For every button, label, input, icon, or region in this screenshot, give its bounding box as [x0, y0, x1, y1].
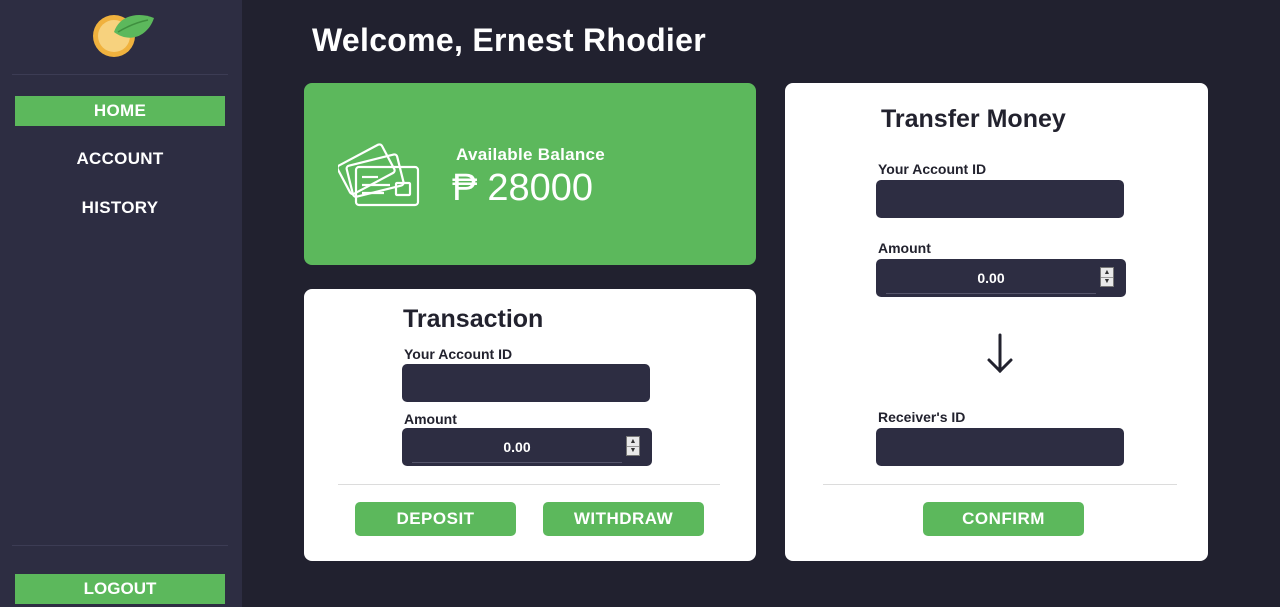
transaction-divider	[338, 484, 720, 485]
transaction-account-input[interactable]	[402, 364, 650, 402]
confirm-label: CONFIRM	[962, 509, 1045, 528]
balance-amount: ₱ 28000	[452, 167, 593, 210]
transfer-amount-label: Amount	[878, 240, 931, 256]
logout-button[interactable]: LOGOUT	[15, 574, 225, 604]
deposit-button[interactable]: DEPOSIT	[355, 502, 516, 536]
withdraw-label: WITHDRAW	[573, 509, 674, 528]
transfer-amount-value: 0.00	[977, 270, 1005, 286]
sidebar-divider-bottom	[12, 545, 228, 546]
balance-label: Available Balance	[456, 145, 606, 164]
app-logo-icon	[93, 14, 154, 57]
sidebar-item-account[interactable]: ACCOUNT	[15, 144, 225, 174]
transaction-card: Transaction Your Account ID Amount 0.00 …	[304, 289, 756, 561]
withdraw-button[interactable]: WITHDRAW	[543, 502, 704, 536]
arrow-down-icon	[987, 333, 1013, 374]
transaction-account-label: Your Account ID	[404, 346, 513, 362]
transfer-account-label: Your Account ID	[878, 161, 987, 177]
deposit-label: DEPOSIT	[396, 509, 475, 528]
sidebar-item-label: HOME	[93, 101, 147, 120]
balance-value: 28000	[487, 167, 594, 209]
credit-card-icon	[338, 143, 420, 207]
spinner-down-icon[interactable]: ▼	[1101, 278, 1113, 287]
logout-label: LOGOUT	[83, 579, 157, 598]
transfer-divider	[823, 484, 1177, 485]
input-underline	[886, 293, 1096, 294]
sidebar-item-label: HISTORY	[81, 198, 159, 217]
spinner-buttons[interactable]: ▲ ▼	[1100, 267, 1114, 287]
currency-symbol: ₱	[452, 167, 478, 209]
spinner-buttons[interactable]: ▲ ▼	[626, 436, 640, 456]
page-title: Welcome, Ernest Rhodier	[312, 22, 706, 58]
sidebar-divider-top	[12, 74, 228, 75]
spinner-up-icon[interactable]: ▲	[627, 437, 639, 447]
transaction-amount-label: Amount	[404, 411, 457, 427]
input-underline	[412, 462, 622, 463]
transaction-amount-stepper[interactable]: 0.00 ▲ ▼	[402, 428, 652, 466]
transfer-account-input[interactable]	[876, 180, 1124, 218]
sidebar-item-label: ACCOUNT	[76, 149, 164, 168]
receiver-id-label: Receiver's ID	[878, 409, 966, 425]
transfer-title: Transfer Money	[881, 105, 1066, 133]
sidebar: HOME ACCOUNT HISTORY LOGOUT	[0, 0, 242, 607]
balance-card: Available Balance ₱ 28000	[304, 83, 756, 265]
confirm-button[interactable]: CONFIRM	[923, 502, 1084, 536]
spinner-up-icon[interactable]: ▲	[1101, 268, 1113, 278]
spinner-down-icon[interactable]: ▼	[627, 447, 639, 456]
sidebar-item-home[interactable]: HOME	[15, 96, 225, 126]
transaction-title: Transaction	[403, 305, 544, 333]
transaction-amount-value: 0.00	[503, 439, 531, 455]
transfer-amount-stepper[interactable]: 0.00 ▲ ▼	[876, 259, 1126, 297]
transfer-card: Transfer Money Your Account ID Amount 0.…	[785, 83, 1208, 561]
receiver-id-input[interactable]	[876, 428, 1124, 466]
sidebar-item-history[interactable]: HISTORY	[15, 193, 225, 223]
